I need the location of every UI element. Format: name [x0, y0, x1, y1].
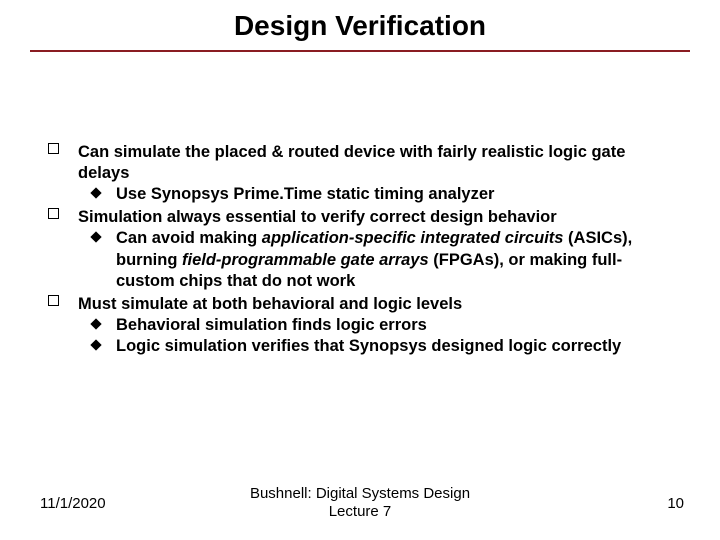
slide-content: Can simulate the placed & routed device … — [0, 52, 720, 357]
footer-center-line1: Bushnell: Digital Systems Design — [250, 485, 470, 502]
diamond-bullet-icon — [90, 232, 101, 243]
bullet-3-text: Must simulate at both behavioral and log… — [78, 295, 462, 313]
footer-page-number: 10 — [667, 495, 684, 512]
footer-center: Bushnell: Digital Systems Design Lecture… — [0, 485, 720, 523]
bullet-1: Can simulate the placed & routed device … — [78, 142, 672, 205]
subitem-3-2-text: Logic simulation verifies that Synopsys … — [116, 337, 621, 355]
square-bullet-icon — [48, 143, 59, 154]
subitem-2-1-ital2: field-programmable gate arrays — [182, 251, 429, 269]
diamond-bullet-icon — [90, 188, 101, 199]
bullet-2-text: Simulation always essential to verify co… — [78, 208, 557, 226]
subitem-3-2: Logic simulation verifies that Synopsys … — [78, 336, 672, 357]
footer: 11/1/2020 Bushnell: Digital Systems Desi… — [0, 485, 720, 523]
subitem-2-1-ital1: application-specific integrated circuits — [262, 229, 564, 247]
diamond-bullet-icon — [90, 318, 101, 329]
square-bullet-icon — [48, 295, 59, 306]
footer-date: 11/1/2020 — [40, 495, 106, 512]
subitem-2-1-pre: Can avoid making — [116, 229, 262, 247]
subitem-1-1: Use Synopsys Prime.Time static timing an… — [78, 184, 672, 205]
subitem-3-1-text: Behavioral simulation finds logic errors — [116, 316, 427, 334]
bullet-2: Simulation always essential to verify co… — [78, 207, 672, 291]
footer-center-line2: Lecture 7 — [329, 503, 392, 520]
subitem-3-1: Behavioral simulation finds logic errors — [78, 315, 672, 336]
bullet-1-text: Can simulate the placed & routed device … — [78, 143, 625, 182]
diamond-bullet-icon — [90, 339, 101, 350]
subitem-2-1: Can avoid making application-specific in… — [78, 228, 672, 291]
page-title: Design Verification — [0, 0, 720, 50]
bullet-3: Must simulate at both behavioral and log… — [78, 294, 672, 357]
square-bullet-icon — [48, 208, 59, 219]
subitem-1-1-text: Use Synopsys Prime.Time static timing an… — [116, 185, 494, 203]
